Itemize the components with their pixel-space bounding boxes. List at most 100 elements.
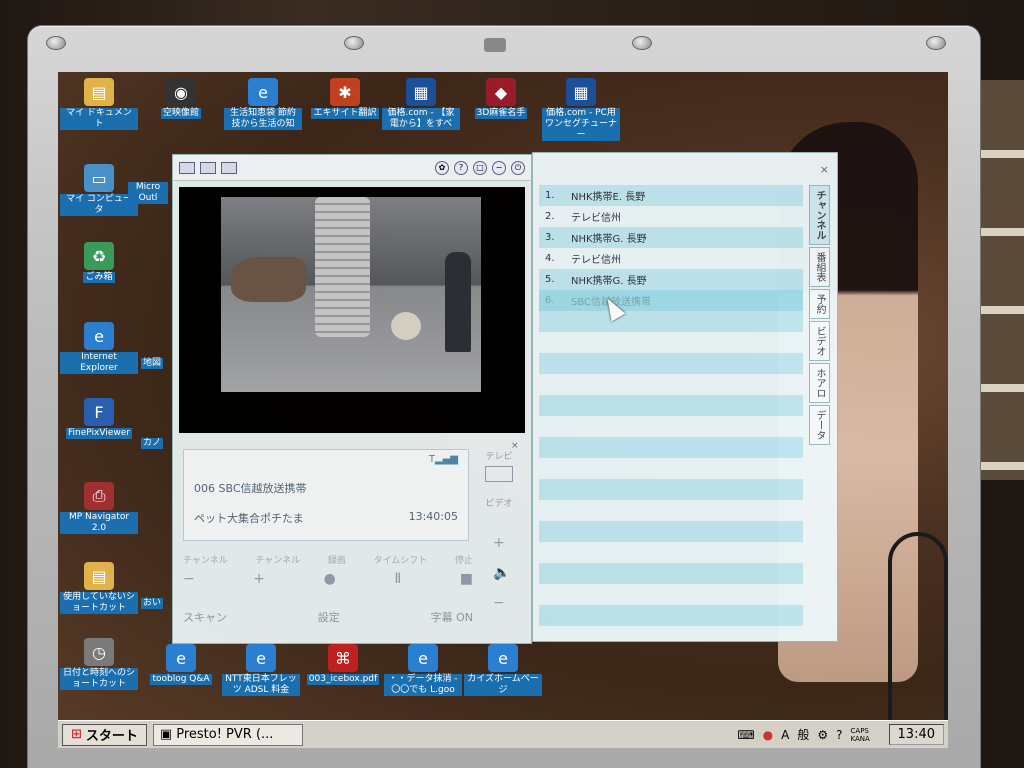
- start-button[interactable]: ⊞ スタート: [62, 723, 147, 746]
- tools-icon[interactable]: ⚙: [817, 728, 828, 742]
- screen-size-medium-button[interactable]: [200, 161, 216, 174]
- tab-video[interactable]: ビデオ: [809, 321, 830, 361]
- volume-up-button[interactable]: +: [493, 535, 505, 551]
- desktop-icon-unused-shortcuts[interactable]: ▤ 使用していないショートカット: [60, 562, 138, 614]
- desktop-icon-my-computer[interactable]: ▭ マイ コンピュータ: [60, 164, 138, 216]
- tab-photo[interactable]: ホアロ: [809, 363, 830, 403]
- channel-up-button[interactable]: +: [253, 571, 265, 587]
- ie-icon: e: [166, 644, 196, 672]
- signal-icon: T▂▄▆: [428, 454, 458, 465]
- pdf-icon: ⌘: [328, 644, 358, 672]
- restore-button[interactable]: □: [473, 160, 487, 175]
- channel-down-button[interactable]: −: [183, 571, 195, 587]
- start-label: スタート: [85, 729, 138, 744]
- desktop-icon-translate[interactable]: ✱ エキサイト翻訳: [306, 78, 384, 119]
- ime-mode-general[interactable]: 般: [797, 726, 809, 743]
- ime-mode-a[interactable]: A: [781, 728, 789, 742]
- video-area[interactable]: [179, 187, 525, 433]
- shortcut-icon: ▦: [406, 78, 436, 106]
- bookshelf: [974, 80, 1024, 480]
- desktop-icon-outlook[interactable]: Micro Outl: [128, 182, 168, 204]
- help-icon[interactable]: ?: [836, 728, 842, 742]
- folder-icon: ▤: [84, 562, 114, 590]
- screen-size-large-button[interactable]: [221, 161, 237, 174]
- desktop-icon-kano[interactable]: カノ: [134, 438, 170, 449]
- video-frame: [221, 197, 481, 392]
- ie-icon: e: [248, 78, 278, 106]
- speaker-icon[interactable]: 🔈: [493, 565, 510, 581]
- mode-toggle[interactable]: [485, 466, 513, 482]
- printer-icon: ⎙: [84, 482, 114, 510]
- desktop-icon-kakaku-2[interactable]: ▦ 価格.com - PC用ワンセグチューナー: [542, 78, 620, 141]
- control-panel: T▂▄▆ 006 SBC信越放送携帯 ペット大集合ポチたま 13:40:05 テ…: [179, 449, 525, 635]
- desktop-icon-recycle-bin[interactable]: ♻ ごみ箱: [60, 242, 138, 283]
- channel-down-label: チャンネル: [183, 556, 228, 566]
- folder-icon: ▤: [84, 78, 114, 106]
- tab-reservation[interactable]: 予約: [809, 289, 830, 319]
- settings-button[interactable]: 設定: [318, 609, 340, 625]
- scan-button[interactable]: スキャン: [183, 609, 227, 625]
- program-time: 13:40:05: [408, 510, 458, 523]
- desktop-icon-homepage[interactable]: e カイズホームページ: [464, 644, 542, 696]
- channel-item[interactable]: 2. テレビ信州: [539, 206, 803, 227]
- desktop-icon-map[interactable]: 地図: [134, 358, 170, 369]
- channel-item[interactable]: 1. NHK携帯E. 長野: [539, 185, 803, 206]
- power-button[interactable]: ⏻: [511, 160, 525, 175]
- ie-icon: e: [246, 644, 276, 672]
- minimize-button[interactable]: −: [492, 160, 506, 175]
- channel-item[interactable]: 4. テレビ信州: [539, 248, 803, 269]
- volume-down-button[interactable]: −: [493, 595, 505, 611]
- screw-icon: [926, 36, 946, 50]
- channel-item-selected[interactable]: 6. SBC信越放送携帯: [539, 290, 803, 311]
- record-button[interactable]: ●: [324, 571, 336, 587]
- stop-button[interactable]: ■: [460, 571, 473, 587]
- help-button[interactable]: ?: [454, 160, 468, 175]
- pause-button[interactable]: Ⅱ: [394, 571, 401, 587]
- channel-item[interactable]: 3. NHK携帯G. 長野: [539, 227, 803, 248]
- video-mode-label: ビデオ: [485, 499, 513, 509]
- taskbar-clock[interactable]: 13:40: [888, 724, 944, 745]
- settings-gear-icon[interactable]: ✿: [435, 160, 449, 175]
- desktop-icon-ie[interactable]: e Internet Explorer: [60, 322, 138, 374]
- wallpaper-chair: [888, 532, 948, 748]
- program-row: ペット大集合ポチたま 13:40:05: [194, 510, 458, 526]
- channel-list-window[interactable]: × 1. NHK携帯E. 長野 2. テレビ信州 3. NHK携帯G. 長野 4. テレ…: [532, 152, 838, 642]
- stop-label: 停止: [454, 556, 473, 566]
- desktop-icon-goo[interactable]: e ・・データ抹消 - 〇〇でも L.goo: [384, 644, 462, 696]
- desktop-icon-seikatsu[interactable]: e 生活知恵袋 節約技から生活の知: [224, 78, 302, 130]
- taskbar-app-button[interactable]: ▣ Presto! PVR (...: [152, 723, 303, 746]
- tv-player-window[interactable]: ✿ ? □ − ⏻ × T▂▄▆ 006 SBC信越放送携帯 ペット大集合ポチた…: [172, 154, 532, 644]
- video-dog: [391, 312, 421, 340]
- screw-icon: [632, 36, 652, 50]
- desktop-icon-kakaku-1[interactable]: ▦ 価格.com - 【家電から】をすべ: [382, 78, 460, 130]
- windows-logo-icon: ⊞: [71, 727, 82, 742]
- desktop-icon-oi[interactable]: おい: [134, 598, 170, 609]
- tab-data[interactable]: データ: [809, 405, 830, 445]
- keyboard-icon[interactable]: ⌨: [737, 728, 754, 742]
- tab-program-guide[interactable]: 番組表: [809, 247, 830, 287]
- screw-icon: [46, 36, 66, 50]
- desktop-icon-finepix[interactable]: F FinePixViewer: [60, 398, 138, 439]
- subtitle-toggle[interactable]: 字幕 ON: [431, 609, 473, 625]
- clock-icon: ◷: [84, 638, 114, 666]
- channel-window-close-icon[interactable]: ×: [820, 163, 829, 176]
- channel-item[interactable]: 5. NHK携帯G. 長野: [539, 269, 803, 290]
- desktop-icon-pdf[interactable]: ⌘ 003_icebox.pdf: [304, 644, 382, 685]
- desktop-icon-datetime[interactable]: ◷ 日付と時刻へのショートカット: [60, 638, 138, 690]
- video-person: [445, 252, 471, 352]
- computer-icon: ▭: [84, 164, 114, 192]
- channel-up-label: チャンネル: [255, 556, 301, 566]
- finepix-icon: F: [84, 398, 114, 426]
- desktop-icon-my-documents[interactable]: ▤ マイ ドキュメント: [60, 78, 138, 130]
- desktop-icon-ntt[interactable]: e NTT東日本フレッツ ADSL 料金: [222, 644, 300, 696]
- desktop-icon-video[interactable]: ◉ 空映像館: [142, 78, 220, 119]
- program-info-box: T▂▄▆ 006 SBC信越放送携帯 ペット大集合ポチたま 13:40:05: [183, 449, 469, 541]
- taskbar: ⊞ スタート ▣ Presto! PVR (... ⌨ ● A 般 ⚙ ? CA…: [58, 720, 948, 748]
- video-pillar: [315, 197, 370, 337]
- ime-icon[interactable]: ●: [763, 728, 773, 742]
- desktop-icon-mahjong[interactable]: ◆ 3D麻雀名手: [462, 78, 540, 119]
- screen-size-small-button[interactable]: [179, 161, 195, 174]
- tab-channel[interactable]: チャンネル: [809, 185, 830, 245]
- desktop-icon-mp-navigator[interactable]: ⎙ MP Navigator 2.0: [60, 482, 138, 534]
- desktop-icon-tooblog[interactable]: e tooblog Q&A: [142, 644, 220, 685]
